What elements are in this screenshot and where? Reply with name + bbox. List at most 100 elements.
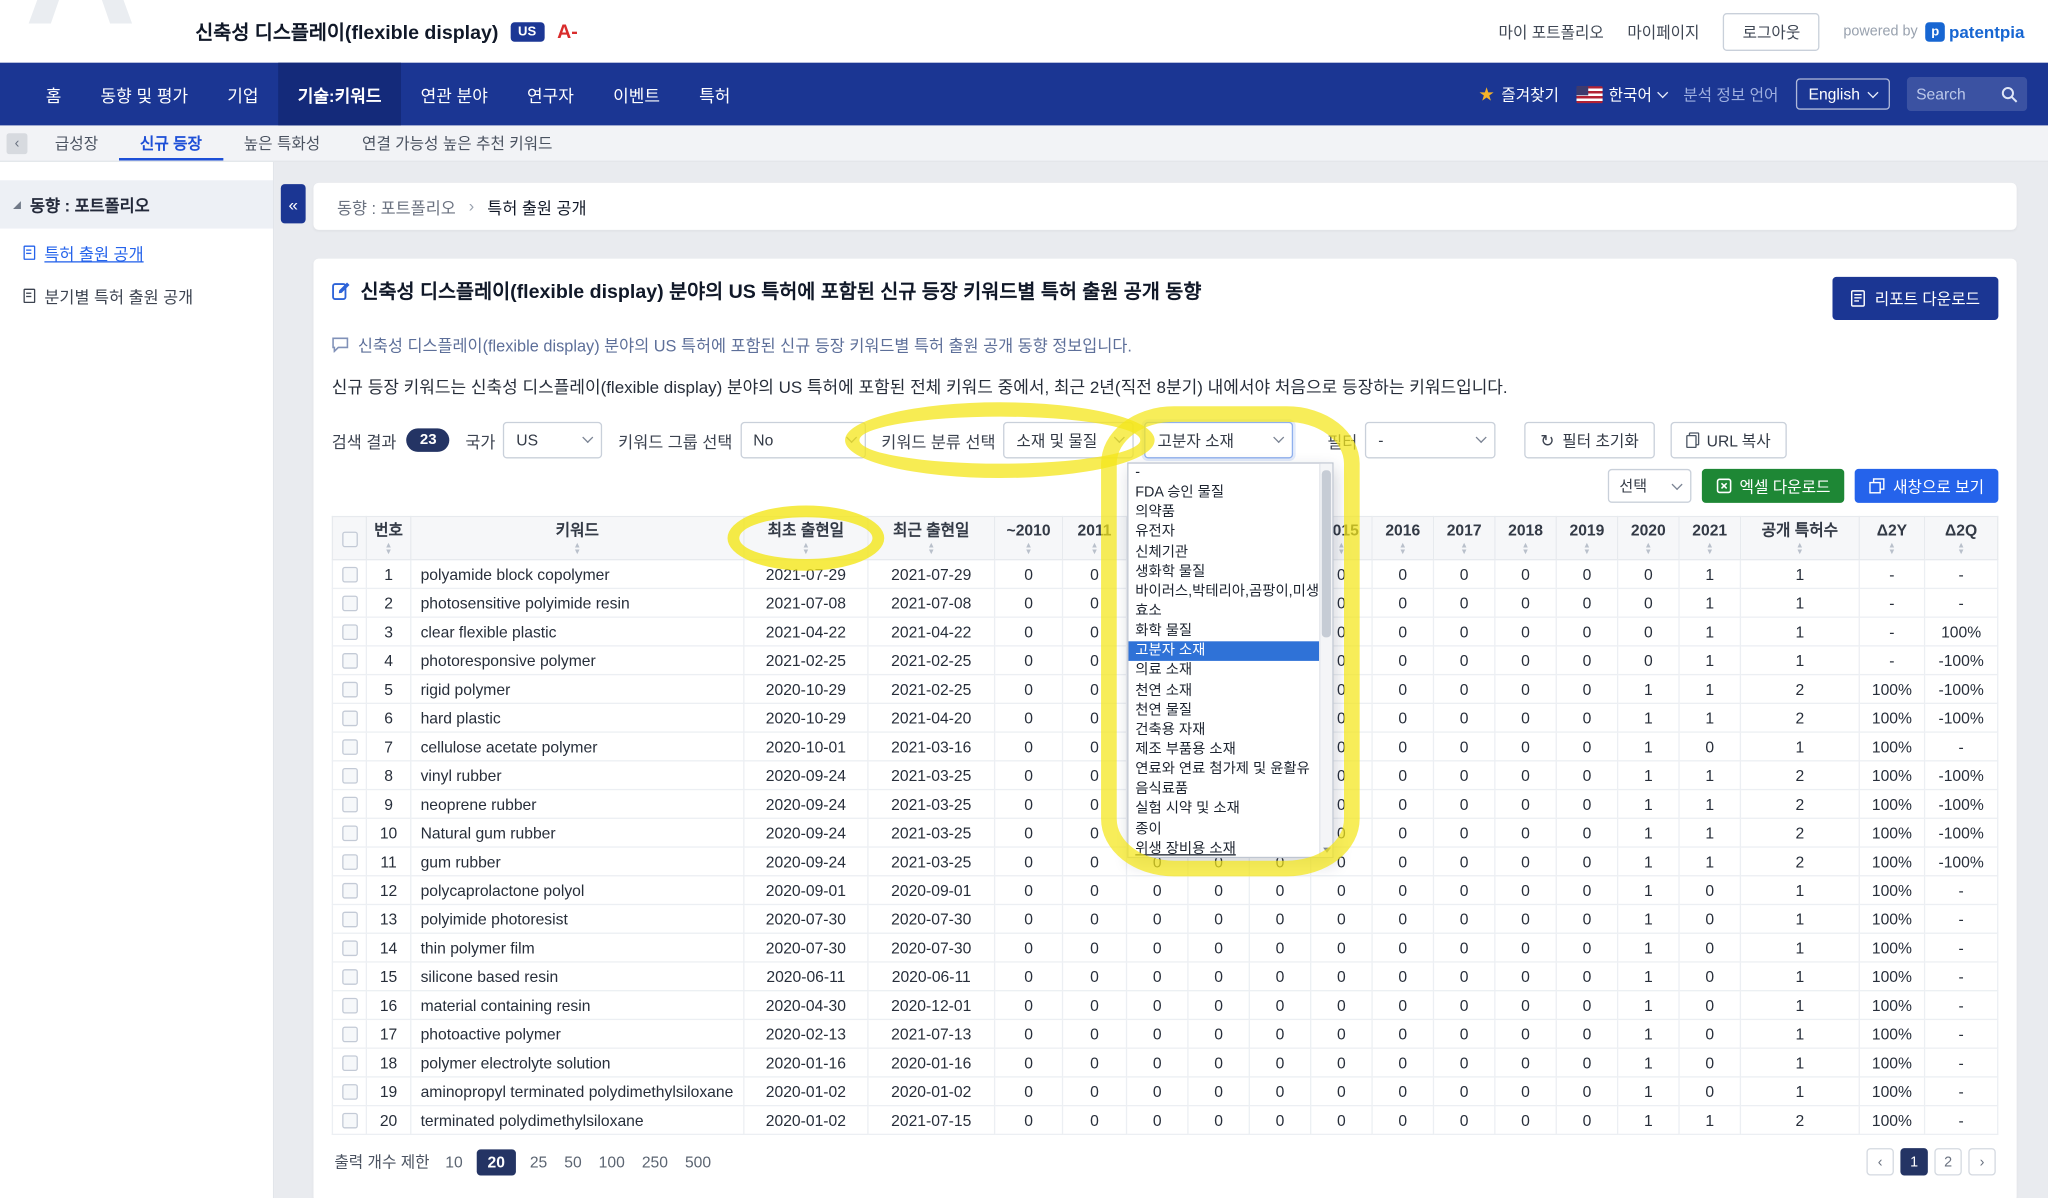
scrollbar-thumb[interactable] [1322, 470, 1331, 637]
sidebar-item-1[interactable]: 특허 출원 공개 [0, 231, 273, 274]
column-header-2[interactable]: 키워드▲▼ [411, 517, 744, 560]
favorites-button[interactable]: ★ 즐겨찾기 [1478, 83, 1559, 105]
row-checkbox[interactable] [342, 797, 358, 813]
row-checkbox[interactable] [342, 682, 358, 698]
column-header-17[interactable]: 공개 특허수▲▼ [1740, 517, 1859, 560]
dropdown-option-20[interactable]: 위생 장비용 소재 [1129, 839, 1320, 856]
dropdown-option-11[interactable]: 의료 소재 [1129, 661, 1320, 681]
dropdown-option-14[interactable]: 건축용 자재 [1129, 721, 1320, 741]
dropdown-option-9[interactable]: 화학 물질 [1129, 622, 1320, 642]
row-checkbox[interactable] [342, 826, 358, 842]
column-header-13[interactable]: 2018▲▼ [1495, 517, 1556, 560]
cell-keyword[interactable]: polymer electrolyte solution [411, 1048, 744, 1077]
nav-item-7[interactable]: 이벤트 [594, 63, 680, 126]
cell-keyword[interactable]: photosensitive polyimide resin [411, 588, 744, 617]
report-download-button[interactable]: 리포트 다운로드 [1833, 277, 1998, 320]
dropdown-option-6[interactable]: 생화학 물질 [1129, 563, 1320, 583]
column-header-18[interactable]: Δ2Y▲▼ [1859, 517, 1924, 560]
column-header-15[interactable]: 2020▲▼ [1618, 517, 1679, 560]
dropdown-option-10[interactable]: 고분자 소재 [1129, 642, 1320, 662]
subnav-collapse-icon[interactable]: ‹ [7, 133, 28, 154]
row-checkbox[interactable] [342, 998, 358, 1014]
excel-download-button[interactable]: 엑셀 다운로드 [1702, 469, 1845, 503]
row-checkbox[interactable] [342, 768, 358, 784]
nav-item-3[interactable]: 기업 [208, 63, 278, 126]
page-size-option-500[interactable]: 500 [682, 1149, 713, 1175]
cell-keyword[interactable]: hard plastic [411, 703, 744, 732]
country-select[interactable]: US [503, 422, 602, 459]
cell-keyword[interactable]: polyamide block copolymer [411, 560, 744, 589]
column-header-3[interactable]: 최초 출현일▲▼ [744, 517, 868, 560]
column-header-16[interactable]: 2021▲▼ [1679, 517, 1740, 560]
row-checkbox[interactable] [342, 855, 358, 871]
cell-keyword[interactable]: aminopropyl terminated polydimethylsilox… [411, 1077, 744, 1106]
cell-keyword[interactable]: vinyl rubber [411, 761, 744, 790]
pager-page-2[interactable]: 2 [1934, 1148, 1961, 1175]
subnav-tab-1[interactable]: 급성장 [34, 125, 119, 160]
column-header-1[interactable]: 번호▲▼ [366, 517, 410, 560]
cell-keyword[interactable]: polycaprolactone polyol [411, 876, 744, 905]
row-checkbox[interactable] [342, 711, 358, 727]
row-checkbox[interactable] [342, 1085, 358, 1101]
row-checkbox[interactable] [342, 1056, 358, 1072]
row-checkbox[interactable] [342, 941, 358, 957]
row-checkbox[interactable] [342, 1027, 358, 1043]
column-header-14[interactable]: 2019▲▼ [1556, 517, 1617, 560]
row-checkbox[interactable] [342, 970, 358, 986]
cell-keyword[interactable]: thin polymer film [411, 933, 744, 962]
breadcrumb-item-1[interactable]: 동향 : 포트폴리오 [337, 194, 456, 219]
cell-keyword[interactable]: rigid polymer [411, 675, 744, 704]
dropdown-option-13[interactable]: 천연 물질 [1129, 701, 1320, 721]
subcategory-select[interactable]: 고분자 소재 -FDA 승인 물질의약품유전자신체기관생화학 물질바이러스,박테… [1144, 422, 1293, 459]
row-checkbox[interactable] [342, 912, 358, 928]
column-header-11[interactable]: 2016▲▼ [1372, 517, 1433, 560]
cell-keyword[interactable]: photoresponsive polymer [411, 646, 744, 675]
dropdown-option-4[interactable]: 유전자 [1129, 523, 1320, 543]
sidebar-item-2[interactable]: 분기별 특허 출원 공개 [0, 274, 273, 317]
page-size-option-250[interactable]: 250 [639, 1149, 670, 1175]
logout-button[interactable]: 로그아웃 [1723, 12, 1820, 50]
breadcrumb-item-2[interactable]: 특허 출원 공개 [487, 194, 586, 219]
row-checkbox[interactable] [342, 740, 358, 756]
analysis-language-select[interactable]: English [1795, 78, 1890, 109]
cell-keyword[interactable]: photoactive polymer [411, 1019, 744, 1048]
column-header-5[interactable]: ~2010▲▼ [995, 517, 1063, 560]
dropdown-option-8[interactable]: 효소 [1129, 602, 1320, 622]
cell-keyword[interactable]: material containing resin [411, 991, 744, 1020]
open-new-window-button[interactable]: 새창으로 보기 [1855, 469, 1998, 503]
dropdown-option-17[interactable]: 음식료품 [1129, 780, 1320, 800]
dropdown-option-12[interactable]: 천연 소재 [1129, 681, 1320, 701]
subnav-tab-3[interactable]: 높은 특화성 [223, 125, 341, 160]
nav-item-8[interactable]: 특허 [680, 63, 750, 126]
pager-page-1[interactable]: 1 [1900, 1148, 1927, 1175]
scroll-down-icon[interactable] [1323, 848, 1331, 853]
column-header-6[interactable]: 2011▲▼ [1063, 517, 1127, 560]
page-size-option-10[interactable]: 10 [443, 1149, 466, 1175]
dropdown-option-2[interactable]: FDA 승인 물질 [1129, 483, 1320, 503]
patentpia-logo[interactable]: p patentpia [1925, 22, 2024, 42]
my-portfolio-link[interactable]: 마이 포트폴리오 [1499, 20, 1604, 42]
dropdown-scrollbar[interactable] [1319, 464, 1332, 857]
nav-item-5[interactable]: 연관 분야 [401, 63, 507, 126]
dropdown-option-1[interactable]: - [1129, 464, 1320, 484]
cell-keyword[interactable]: Natural gum rubber [411, 818, 744, 847]
cell-keyword[interactable]: polyimide photoresist [411, 904, 744, 933]
subnav-tab-4[interactable]: 연결 가능성 높은 추천 키워드 [341, 125, 573, 160]
dropdown-option-7[interactable]: 바이러스,박테리아,곰팡이,미생물 [1129, 582, 1320, 602]
page-size-option-20[interactable]: 20 [477, 1149, 515, 1175]
search-input[interactable] [1916, 85, 1997, 103]
page-size-option-25[interactable]: 25 [527, 1149, 550, 1175]
row-checkbox[interactable] [342, 567, 358, 583]
cell-keyword[interactable]: cellulose acetate polymer [411, 732, 744, 761]
sidebar-header[interactable]: 동향 : 포트폴리오 [0, 180, 273, 228]
nav-item-4[interactable]: 기술:키워드 [278, 63, 401, 126]
pager-prev[interactable]: ‹ [1866, 1148, 1893, 1175]
cell-keyword[interactable]: terminated polydimethylsiloxane [411, 1106, 744, 1135]
dropdown-option-3[interactable]: 의약품 [1129, 503, 1320, 523]
row-select-action[interactable]: 선택 [1608, 469, 1692, 503]
nav-item-1[interactable]: 홈 [26, 63, 81, 126]
cell-keyword[interactable]: gum rubber [411, 847, 744, 876]
filter-reset-button[interactable]: ↻ 필터 초기화 [1525, 422, 1655, 459]
dropdown-option-16[interactable]: 연료와 연료 첨가제 및 윤활유 [1129, 760, 1320, 780]
row-checkbox[interactable] [342, 625, 358, 641]
